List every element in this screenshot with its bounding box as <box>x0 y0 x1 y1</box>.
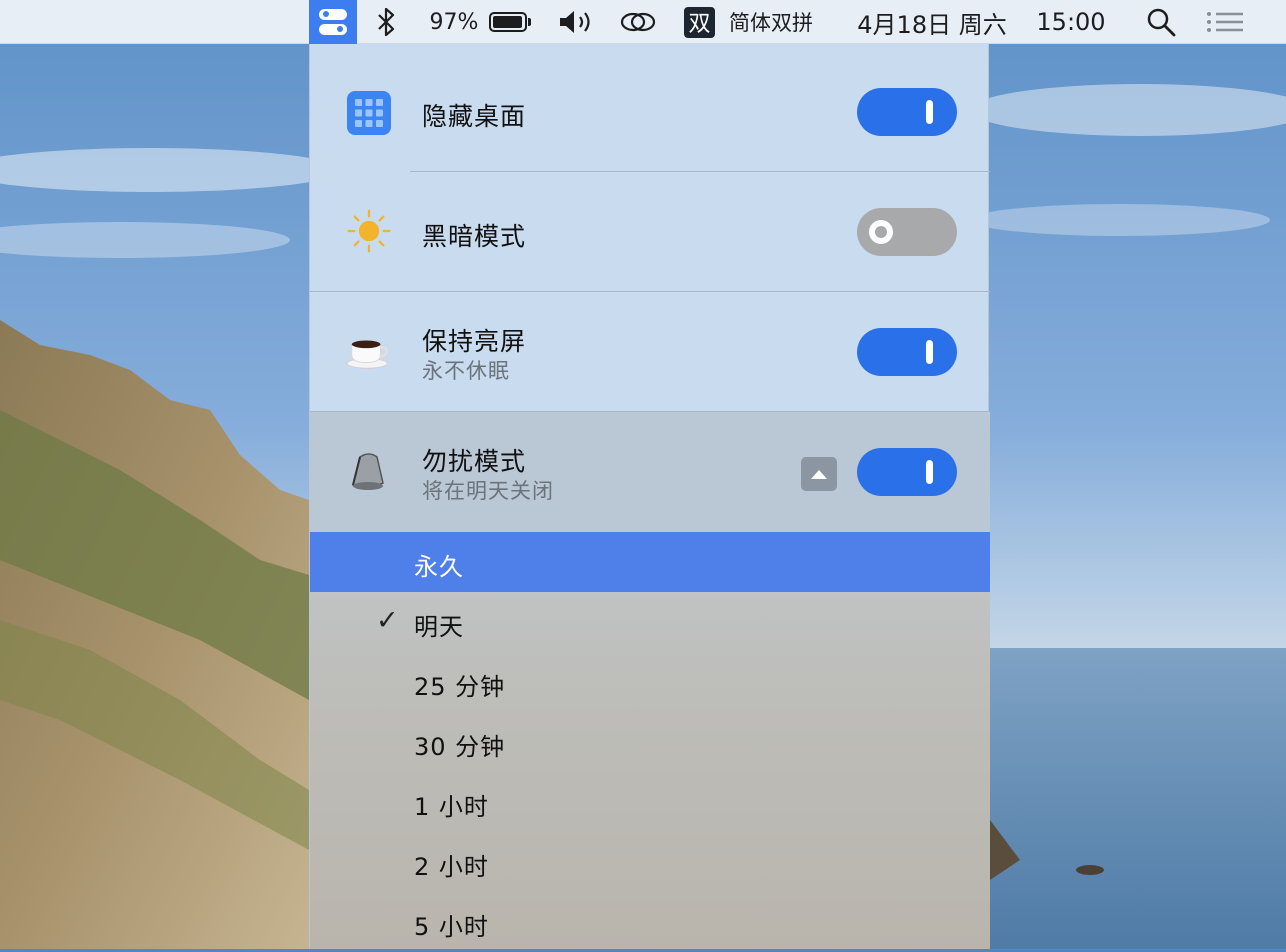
battery-percent[interactable]: 97% <box>428 0 480 44</box>
menu-item-label: 永久 <box>414 553 464 581</box>
menu-item-label: 2 小时 <box>414 853 489 881</box>
menubar-date[interactable]: 4月18日 周六 <box>845 0 1019 44</box>
row-title: 黑暗模式 <box>422 222 527 251</box>
menu-item-label: 5 小时 <box>414 913 489 941</box>
menu-item[interactable]: ✓ 明天 <box>310 592 990 652</box>
link-icon[interactable] <box>618 0 658 44</box>
sun-icon <box>346 208 392 254</box>
input-method-name[interactable]: 简体双拼 <box>726 0 816 44</box>
row-title: 隐藏桌面 <box>422 102 527 131</box>
row-subtitle: 将在明天关闭 <box>422 479 554 503</box>
row-title: 保持亮屏 <box>422 327 527 356</box>
menu-item-label: 明天 <box>414 613 464 641</box>
menu-bar: 97% 双 简体双拼 4月18日 周六 15:00 <box>0 0 1286 44</box>
input-method-badge[interactable]: 双 <box>684 0 715 44</box>
keep-awake-toggle[interactable] <box>857 328 957 376</box>
hide-desktop-toggle[interactable] <box>857 88 957 136</box>
dark-mode-toggle[interactable] <box>857 208 957 256</box>
menu-item-label: 1 小时 <box>414 793 489 821</box>
menu-item[interactable]: 永久 <box>310 532 990 592</box>
battery-level <box>493 16 523 28</box>
row-subtitle: 永不休眠 <box>422 359 510 383</box>
menu-item[interactable]: 2 小时 <box>310 832 990 892</box>
menu-item-label: 25 分钟 <box>414 673 506 701</box>
row-keep-awake[interactable]: 保持亮屏 永不休眠 <box>310 292 990 412</box>
menu-item[interactable]: 5 小时 <box>310 892 990 952</box>
menu-item[interactable]: 25 分钟 <box>310 652 990 712</box>
expand-menu-button[interactable] <box>801 457 837 491</box>
menubar-time[interactable]: 15:00 <box>1031 0 1111 44</box>
menu-item-label: 30 分钟 <box>414 733 506 761</box>
row-title: 勿扰模式 <box>422 447 527 476</box>
grid-icon <box>346 90 392 136</box>
menu-item[interactable]: 1 小时 <box>310 772 990 832</box>
volume-icon[interactable] <box>556 0 596 44</box>
caret-up-icon <box>811 470 827 479</box>
battery-icon[interactable] <box>486 0 534 44</box>
control-panel: 隐藏桌面 黑暗模式 保持亮屏 永不休眠 勿扰模式 将在明天关闭 永久 ✓ 明天 … <box>309 44 990 949</box>
list-icon[interactable] <box>1204 0 1246 44</box>
row-hide-desktop[interactable]: 隐藏桌面 <box>310 52 990 172</box>
duration-menu: 永久 ✓ 明天 25 分钟 30 分钟 1 小时 2 小时 5 小时 <box>310 532 990 949</box>
do-not-disturb-toggle[interactable] <box>857 448 957 496</box>
search-icon[interactable] <box>1144 0 1178 44</box>
checkmark-icon: ✓ <box>376 605 399 636</box>
coffee-icon <box>346 328 392 374</box>
row-dark-mode[interactable]: 黑暗模式 <box>310 172 990 292</box>
row-do-not-disturb[interactable]: 勿扰模式 将在明天关闭 <box>310 412 990 532</box>
bluetooth-icon[interactable] <box>372 0 400 44</box>
menu-item[interactable]: 30 分钟 <box>310 712 990 772</box>
toggles-app-icon[interactable] <box>309 0 357 44</box>
bell-icon <box>346 448 392 494</box>
